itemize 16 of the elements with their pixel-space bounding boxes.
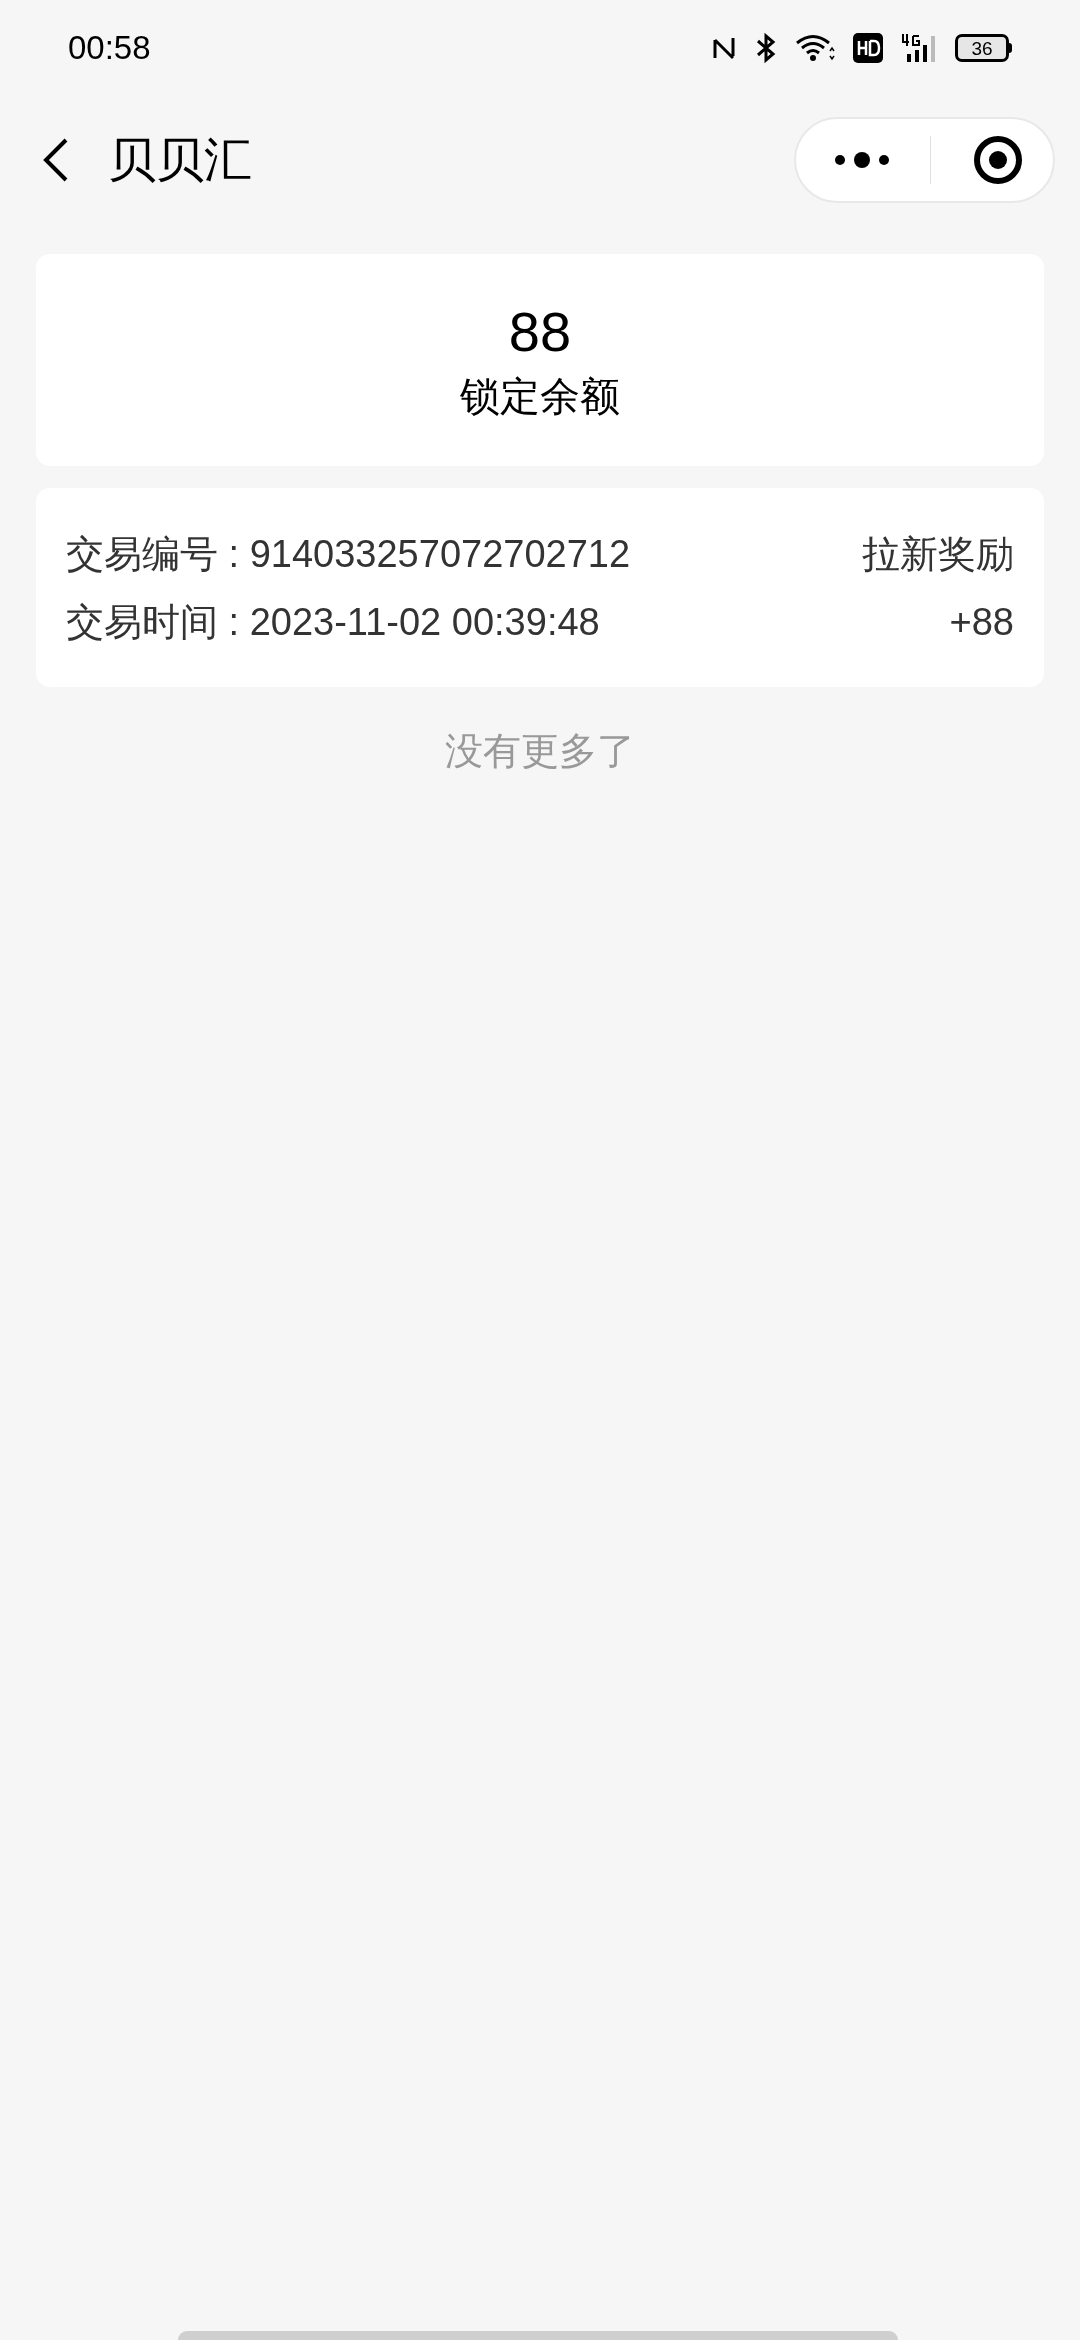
close-mini-program-icon[interactable] <box>973 135 1023 185</box>
no-more-text: 没有更多了 <box>445 729 635 774</box>
balance-label: 锁定余额 <box>460 373 620 420</box>
battery-icon: 36 <box>955 34 1012 62</box>
balance-amount: 88 <box>508 299 572 365</box>
transaction-amount: +88 <box>949 599 1014 645</box>
wifi-icon <box>795 33 835 63</box>
page-title: 贝贝汇 <box>108 132 252 188</box>
transaction-time: 交易时间 : 2023-11-02 00:39:48 <box>66 599 600 645</box>
more-icon[interactable] <box>834 150 890 170</box>
transaction-number: 交易编号 : 914033257072702712 <box>66 531 631 577</box>
hd-icon <box>853 33 883 63</box>
bluetooth-icon <box>755 32 777 64</box>
transaction-type: 拉新奖励 <box>862 531 1014 577</box>
cellular-signal-icon <box>901 32 937 64</box>
status-time: 00:58 <box>68 28 151 69</box>
